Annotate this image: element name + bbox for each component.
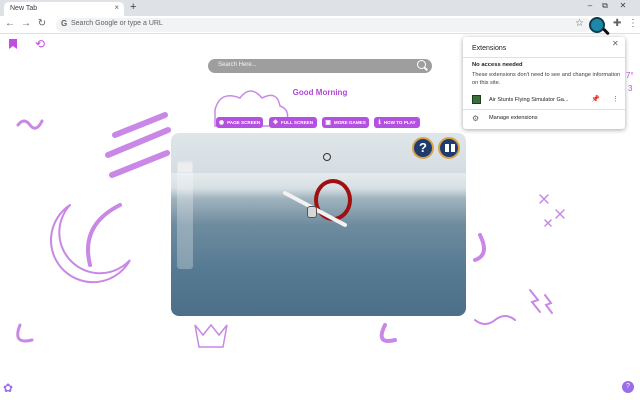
browser-toolbar: ← → ↻ G Search Google or type a URL ☆ (0, 16, 640, 34)
full-screen-button[interactable]: ✥ FULL SCREEN (269, 117, 317, 128)
search-icon[interactable] (417, 60, 426, 69)
extension-name: Air Stunts Flying Simulator Ga... (489, 97, 569, 103)
stunt-ring (314, 179, 352, 221)
omnibox[interactable]: G Search Google or type a URL ☆ (56, 18, 592, 32)
tab-title: New Tab (10, 5, 38, 12)
back-arrow-icon[interactable]: ← (4, 18, 16, 29)
forward-arrow-icon[interactable]: → (20, 18, 32, 29)
no-access-description: These extensions don't need to see and c… (472, 72, 621, 86)
tab-new-tab[interactable]: New Tab × (4, 2, 124, 16)
extensions-puzzle-icon[interactable]: ✚ (613, 18, 621, 29)
gear-icon: ⚙ (472, 114, 480, 123)
how-to-play-label: HOW TO PLAY (383, 120, 416, 125)
more-games-icon: ▣ (325, 120, 331, 126)
weather-temp: 7° (626, 71, 634, 80)
close-icon[interactable]: ✕ (612, 39, 619, 48)
squiggle-doodle (16, 119, 44, 130)
extensions-popup-title: Extensions (472, 45, 507, 52)
extension-item[interactable]: Air Stunts Flying Simulator Ga... 📌 ⋮ (463, 93, 625, 107)
tab-close-icon[interactable]: × (114, 3, 119, 12)
no-access-heading: No access needed (472, 62, 523, 68)
full-screen-label: FULL SCREEN (280, 120, 314, 125)
history-icon[interactable]: ⟲ (35, 37, 45, 51)
full-screen-icon: ✥ (272, 120, 278, 126)
manage-extensions-label: Manage extensions (489, 115, 538, 121)
bookmark-icon[interactable] (9, 39, 17, 49)
page-screen-icon: ◉ (218, 120, 225, 126)
game-canvas[interactable]: ? (171, 133, 466, 316)
new-tab-button[interactable]: + (130, 1, 136, 13)
settings-gear-icon[interactable]: ✿ (3, 381, 13, 395)
target-marker (323, 153, 331, 161)
divider (463, 109, 625, 110)
how-to-play-button[interactable]: ℹ HOW TO PLAY (374, 117, 420, 128)
bookmark-star-icon[interactable]: ☆ (575, 18, 584, 29)
page-screen-label: PAGE SCREEN (227, 120, 261, 125)
search-input[interactable]: Search Here... (208, 59, 432, 73)
close-window-button[interactable]: ✕ (617, 1, 629, 10)
omnibox-placeholder: Search Google or type a URL (71, 20, 163, 27)
reload-icon[interactable]: ↻ (36, 18, 48, 29)
info-icon: ℹ (378, 120, 381, 126)
divider (463, 57, 625, 58)
more-games-label: MORE GAMES (333, 120, 366, 125)
search-placeholder: Search Here... (218, 62, 257, 68)
restore-button[interactable]: ⧉ (599, 1, 611, 11)
minimize-button[interactable]: – (584, 1, 596, 10)
manage-extensions-link[interactable]: ⚙ Manage extensions (463, 113, 625, 125)
browser-menu-icon[interactable]: ⋮ (628, 18, 638, 29)
extension-app-icon (472, 95, 481, 104)
more-options-icon[interactable]: ⋮ (612, 95, 619, 103)
pin-icon[interactable]: 📌 (591, 95, 600, 103)
page-help-icon[interactable]: ? (622, 381, 634, 393)
airplane-body (307, 206, 317, 218)
extensions-popup: Extensions ✕ No access needed These exte… (463, 37, 625, 129)
page-screen-button[interactable]: ◉ PAGE SCREEN (216, 117, 263, 128)
throttle-thumb[interactable] (178, 163, 192, 172)
google-icon: G (61, 19, 68, 28)
throttle-slider[interactable] (177, 161, 193, 269)
pause-icon[interactable] (438, 137, 460, 159)
more-games-button[interactable]: ▣ MORE GAMES (322, 117, 369, 128)
tab-strip: New Tab × + – ⧉ ✕ (0, 0, 640, 16)
game-help-button[interactable]: ? (412, 137, 434, 159)
